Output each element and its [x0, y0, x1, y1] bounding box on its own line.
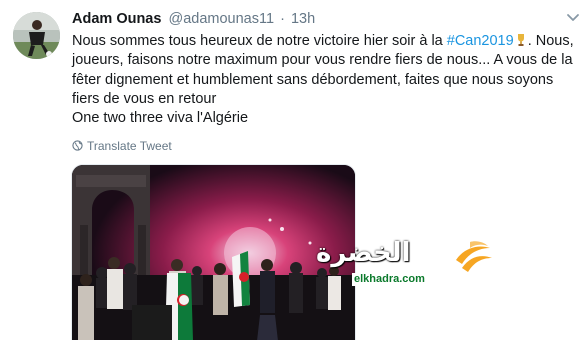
- globe-icon: [72, 140, 83, 151]
- tweet-text-line2: One two three viva l'Algérie: [72, 110, 249, 127]
- chevron-down-icon[interactable]: [566, 12, 580, 24]
- elkhadra-logo-icon: [456, 241, 492, 272]
- translate-tweet-label: Translate Tweet: [87, 139, 172, 153]
- watermark: الخضرة elkhadra.com: [312, 236, 492, 296]
- avatar[interactable]: [13, 12, 60, 59]
- hashtag-link[interactable]: #Can2019: [447, 33, 514, 49]
- tweet-text: Nous sommes tous heureux de notre victoi…: [72, 32, 577, 128]
- watermark-arabic-text: الخضرة: [316, 238, 411, 268]
- timestamp[interactable]: 13h: [291, 11, 315, 27]
- author-name[interactable]: Adam Ounas: [72, 11, 161, 27]
- author-handle[interactable]: @adamounas11: [168, 11, 274, 27]
- tweet-header: Adam Ounas @adamounas11 · 13h: [72, 10, 315, 28]
- translate-tweet-link[interactable]: Translate Tweet: [72, 138, 172, 154]
- tweet-text-paragraph: Nous sommes tous heureux de notre victoi…: [72, 32, 577, 109]
- text-before-hashtag: Nous sommes tous heureux de notre victoi…: [72, 33, 447, 49]
- tweet-card[interactable]: Adam Ounas @adamounas11 · 13h Nous somme…: [0, 0, 586, 340]
- trophy-emoji-icon: [517, 34, 524, 46]
- separator-dot: ·: [280, 11, 285, 27]
- watermark-site: elkhadra.com: [352, 273, 427, 286]
